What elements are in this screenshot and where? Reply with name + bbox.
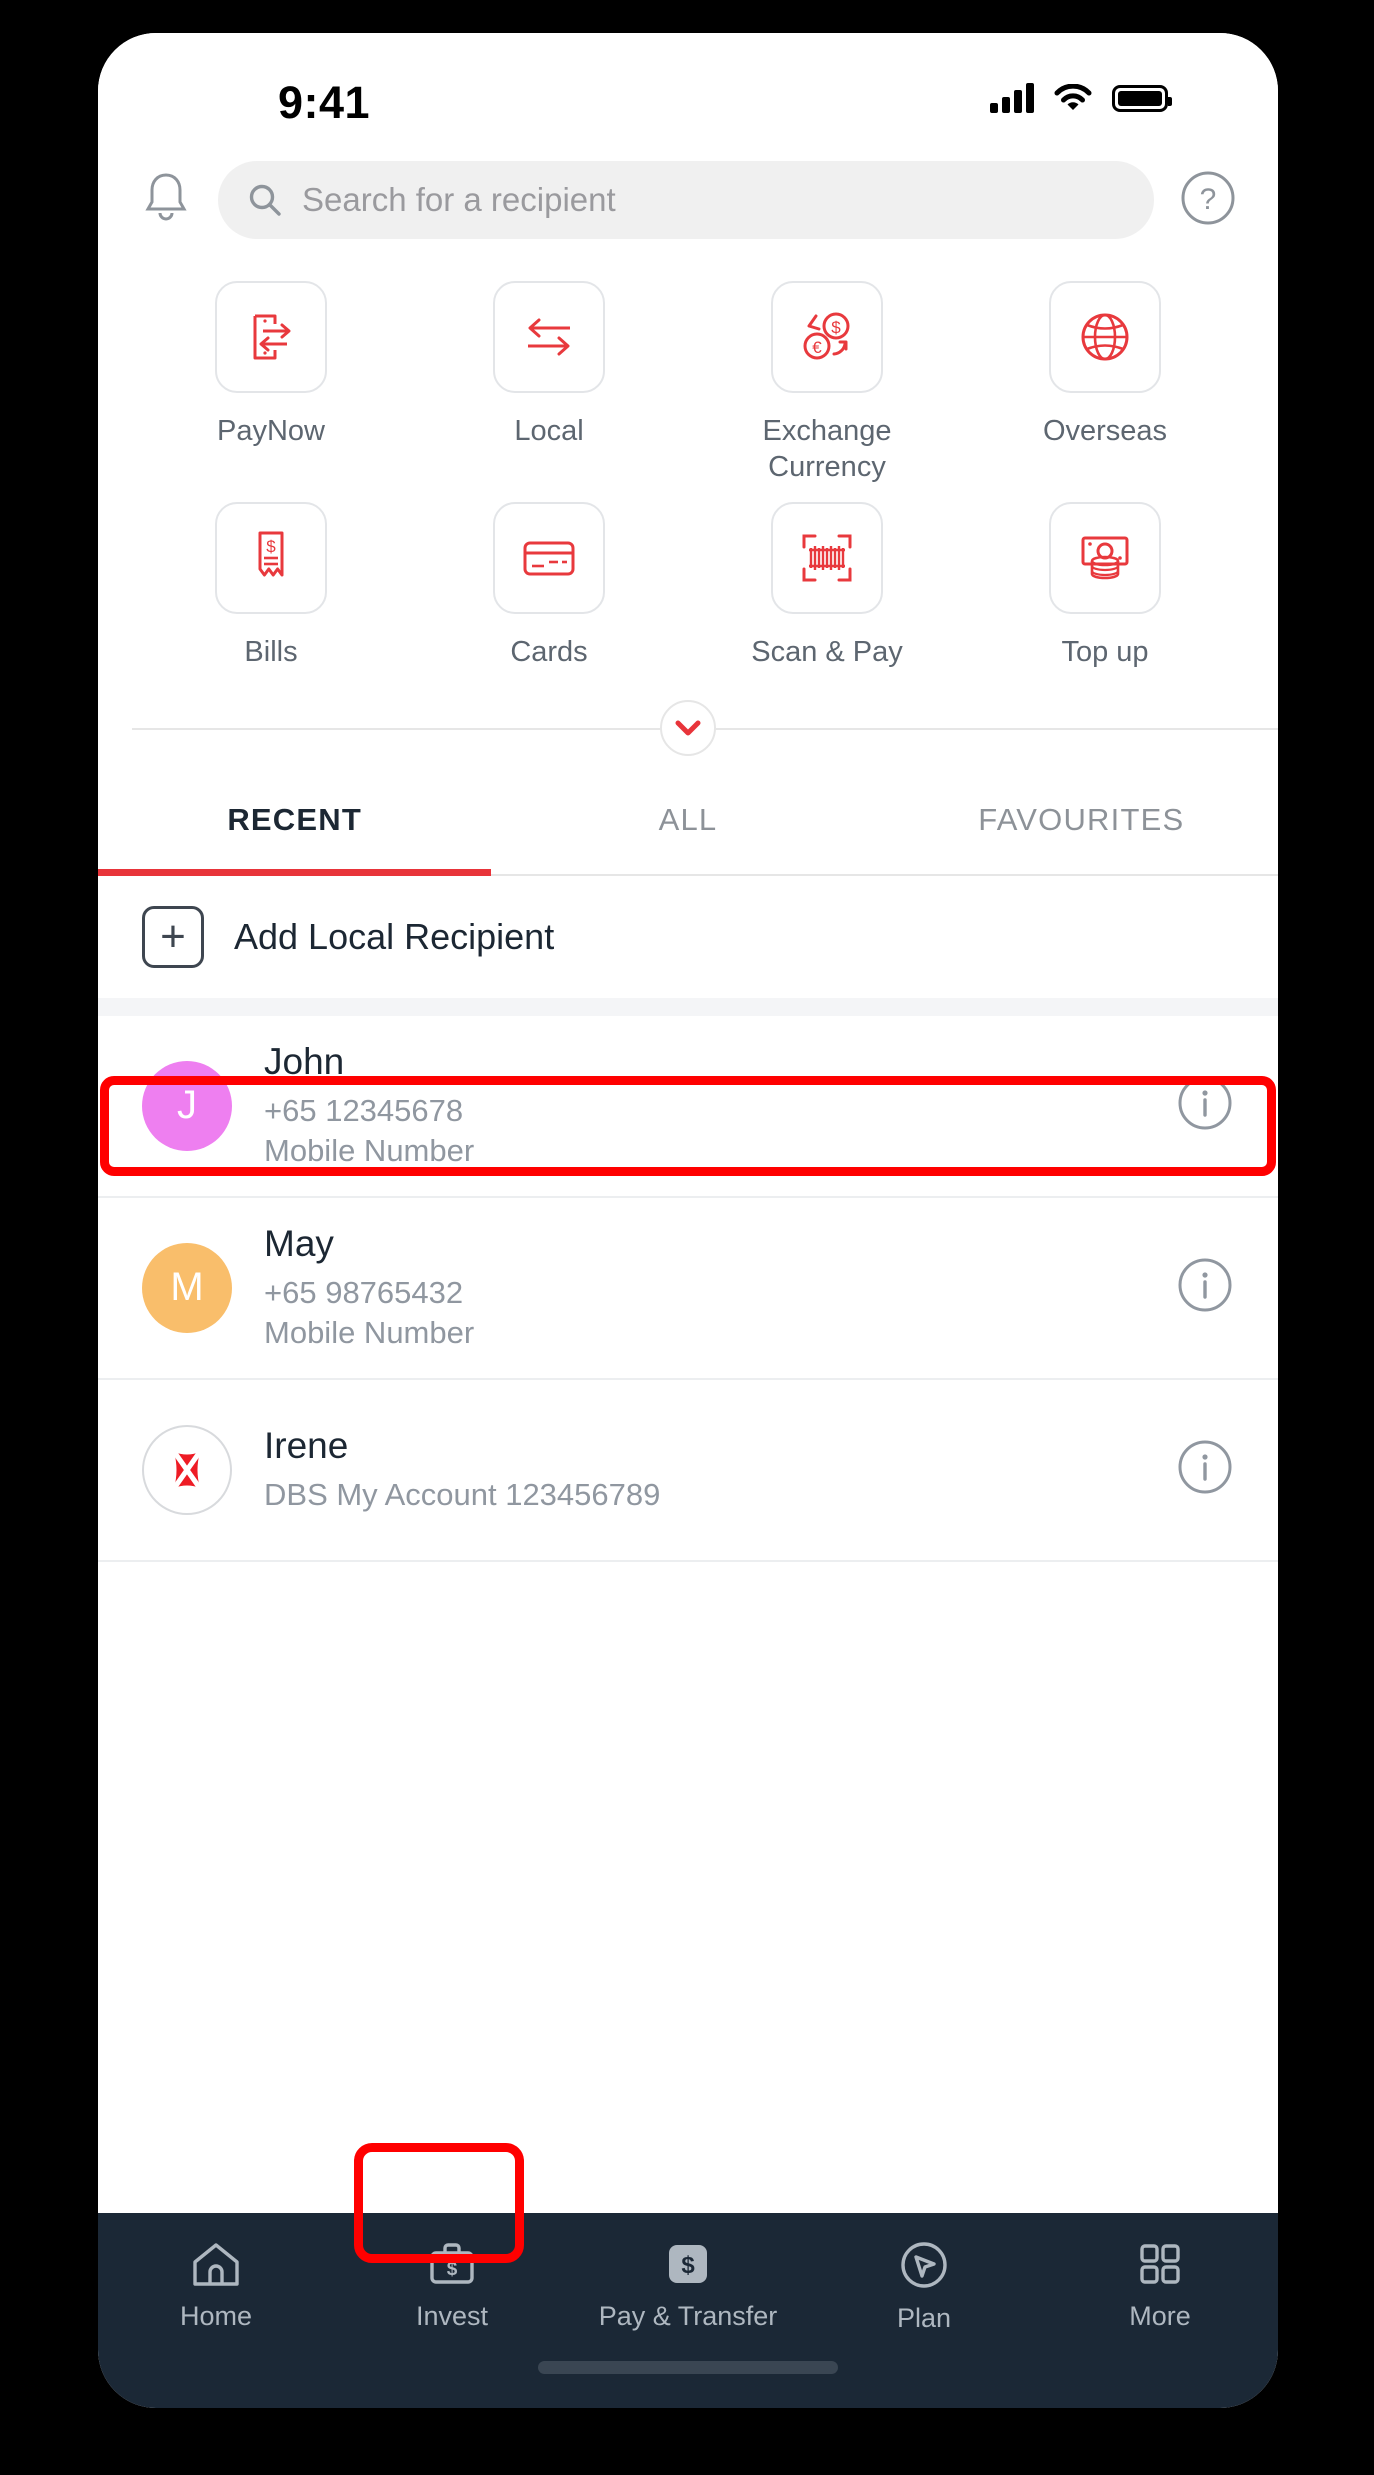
bottom-nav-label: More [1129, 2301, 1191, 2331]
quick-action-label: Overseas [1042, 415, 1168, 447]
search-icon [249, 184, 281, 216]
info-circle-icon[interactable] [1176, 1256, 1234, 1319]
recipient-list: J John +65 12345678 Mobile Number M May [98, 1015, 1278, 1562]
svg-text:€: € [812, 338, 822, 357]
bottom-nav-label: Plan [896, 2303, 952, 2333]
quick-action-label: Local [514, 415, 584, 447]
cellular-signal-icon [990, 83, 1034, 113]
svg-text:$: $ [447, 2259, 458, 2280]
recipient-details: May +65 98765432 Mobile Number [264, 1223, 1176, 1352]
status-bar-time: 9:41 [278, 77, 371, 128]
home-indicator [538, 2361, 838, 2374]
avatar-initial: M [170, 1265, 204, 1310]
quick-actions-grid: PayNow Local $ € Exchange Currency Overs… [98, 259, 1278, 678]
list-separator [98, 997, 1278, 1016]
tab-label: RECENT [227, 801, 362, 837]
phone-frame: 9:41 Search for a recipient ? PayNow Loc… [98, 33, 1278, 2408]
quick-action-label: Bills [244, 635, 298, 668]
grid-squares-icon [1140, 2244, 1180, 2284]
svg-text:?: ? [1200, 183, 1217, 216]
header-search-row: Search for a recipient ? [98, 141, 1278, 259]
chevron-down-icon[interactable] [660, 699, 716, 756]
exchange-currency-icon: $ € [771, 281, 883, 393]
navigation-arrow-circle-icon [901, 2242, 947, 2288]
credit-card-icon [493, 501, 605, 614]
quick-action-label: Cards [510, 635, 588, 668]
wifi-icon [1054, 84, 1092, 110]
quick-action-exchange-currency[interactable]: $ € Exchange Currency [688, 281, 966, 494]
tab-all[interactable]: ALL [491, 766, 884, 874]
bottom-nav-home[interactable]: Home [98, 2239, 334, 2408]
bottom-nav-label: Pay & Transfer [598, 2301, 778, 2331]
quick-action-label: Top up [1061, 635, 1149, 668]
add-local-recipient-label: Add Local Recipient [234, 915, 555, 957]
dollar-badge-icon: $ [669, 2245, 707, 2283]
recipient-details: Irene DBS My Account 123456789 [264, 1425, 1176, 1515]
recipient-detail: DBS My Account 123456789 [264, 1476, 661, 1512]
recipient-row-irene[interactable]: Irene DBS My Account 123456789 [98, 1379, 1278, 1562]
bottom-navigation: Home $ Invest $ Pay & Transfer Plan More [98, 2213, 1278, 2408]
info-circle-icon[interactable] [1176, 1074, 1234, 1137]
avatar: J [142, 1060, 232, 1151]
recipient-detail: +65 12345678 [264, 1093, 464, 1129]
recipient-type: Mobile Number [264, 1132, 475, 1168]
dbs-logo-icon [172, 1450, 202, 1490]
quick-action-label: Exchange Currency [762, 415, 892, 484]
avatar [142, 1424, 232, 1515]
bottom-nav-plan[interactable]: Plan [806, 2239, 1042, 2408]
avatar-initial: J [177, 1083, 197, 1128]
expand-divider [98, 690, 1278, 766]
bottom-nav-pay-transfer[interactable]: $ Pay & Transfer [570, 2239, 806, 2408]
quick-action-paynow[interactable]: PayNow [132, 281, 410, 494]
quick-action-label: Scan & Pay [751, 635, 903, 668]
barcode-scan-icon [771, 501, 883, 614]
recipient-row-john[interactable]: J John +65 12345678 Mobile Number [98, 1015, 1278, 1198]
search-input[interactable]: Search for a recipient [218, 161, 1154, 239]
home-icon [193, 2243, 239, 2286]
bill-receipt-icon: $ [215, 501, 327, 614]
quick-action-overseas[interactable]: Overseas [966, 281, 1244, 494]
search-placeholder: Search for a recipient [302, 181, 616, 218]
tab-favourites[interactable]: FAVOURITES [885, 766, 1278, 874]
recipient-name: Irene [264, 1424, 349, 1466]
avatar: M [142, 1242, 232, 1333]
bottom-nav-label: Home [179, 2301, 253, 2331]
status-bar: 9:41 [98, 33, 1278, 141]
recipient-detail: +65 98765432 [264, 1275, 464, 1311]
tab-label: ALL [658, 801, 718, 837]
recipient-name: John [264, 1041, 345, 1083]
recipient-row-may[interactable]: M May +65 98765432 Mobile Number [98, 1197, 1278, 1380]
quick-action-scan-and-pay[interactable]: Scan & Pay [688, 501, 966, 678]
tab-recent[interactable]: RECENT [98, 766, 492, 876]
add-local-recipient-row[interactable]: + Add Local Recipient [98, 875, 1278, 998]
svg-text:$: $ [266, 537, 276, 556]
recipient-name: May [264, 1223, 334, 1265]
paynow-phone-transfer-icon [215, 281, 327, 393]
bell-icon[interactable] [140, 169, 192, 232]
recipient-type: Mobile Number [264, 1314, 475, 1350]
briefcase-dollar-icon: $ [430, 2243, 474, 2284]
quick-action-label: PayNow [217, 415, 325, 447]
bottom-nav-label: Invest [415, 2301, 489, 2331]
globe-icon [1049, 281, 1161, 393]
battery-full-icon [1112, 84, 1172, 112]
quick-action-cards[interactable]: Cards [410, 501, 688, 678]
local-transfer-arrows-icon [493, 281, 605, 393]
svg-text:$: $ [831, 318, 841, 337]
help-circle-icon[interactable]: ? [1180, 170, 1236, 231]
banknote-coins-icon [1049, 501, 1161, 614]
tab-label: FAVOURITES [978, 801, 1185, 837]
bottom-nav-invest[interactable]: $ Invest [334, 2239, 570, 2408]
quick-action-top-up[interactable]: Top up [966, 501, 1244, 678]
plus-square-icon: + [142, 905, 204, 968]
bottom-nav-more[interactable]: More [1042, 2239, 1278, 2408]
status-bar-icons [990, 83, 1172, 113]
quick-action-bills[interactable]: $ Bills [132, 501, 410, 678]
info-circle-icon[interactable] [1176, 1438, 1234, 1501]
quick-action-local[interactable]: Local [410, 281, 688, 494]
svg-text:$: $ [681, 2252, 695, 2279]
recipient-details: John +65 12345678 Mobile Number [264, 1041, 1176, 1170]
recipient-tabs: RECENT ALL FAVOURITES [98, 766, 1278, 876]
